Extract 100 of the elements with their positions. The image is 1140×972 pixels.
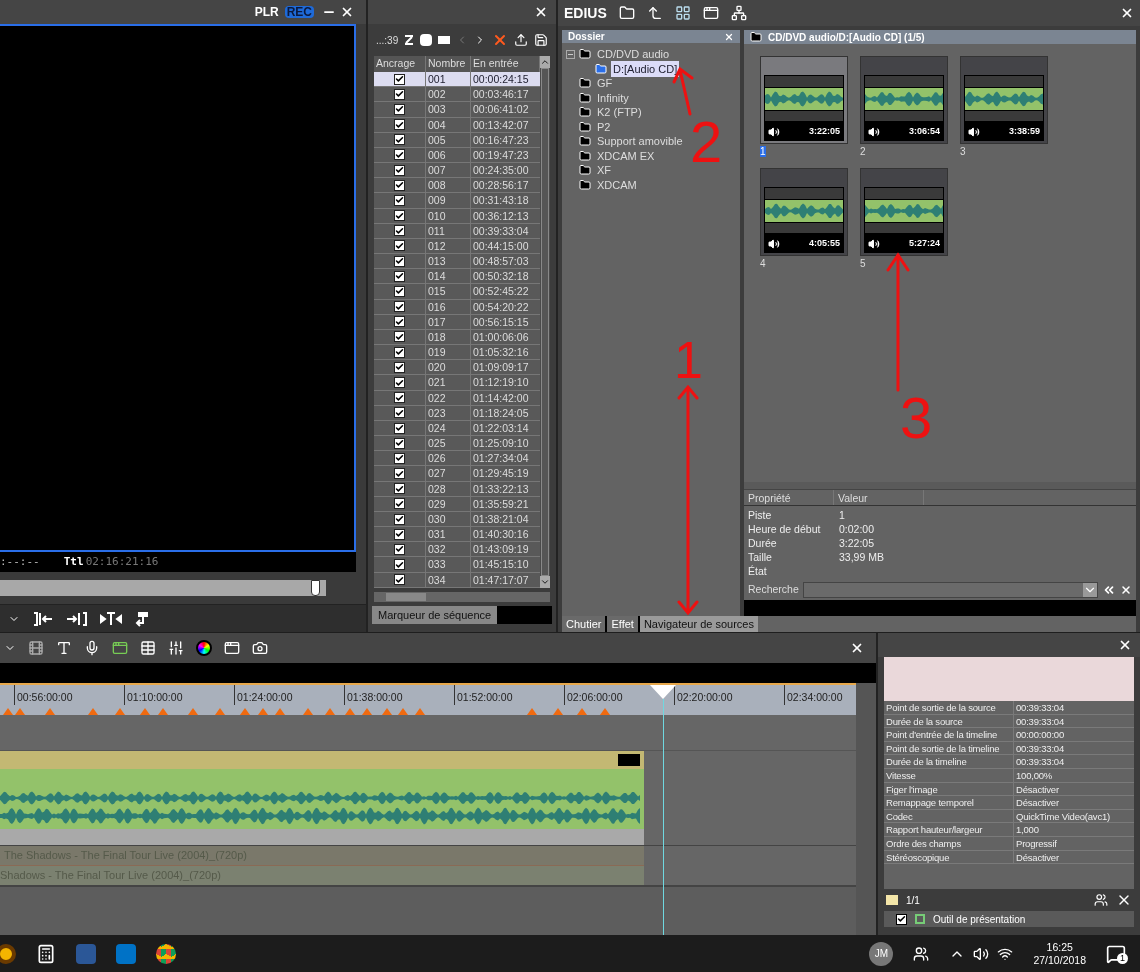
network-icon[interactable] bbox=[730, 5, 747, 21]
anchor-checkbox[interactable] bbox=[394, 468, 405, 480]
audio-clip[interactable] bbox=[0, 769, 644, 829]
marker-row[interactable]: 008 00:28:56:17 bbox=[374, 178, 540, 194]
anchor-checkbox[interactable] bbox=[394, 225, 405, 237]
anchor-checkbox[interactable] bbox=[394, 422, 405, 434]
clip-thumbnail[interactable]: 5:27:24 bbox=[860, 168, 948, 256]
marker-row[interactable]: 025 01:25:09:10 bbox=[374, 436, 540, 452]
marker-row[interactable]: 019 01:05:32:16 bbox=[374, 345, 540, 361]
anchor-checkbox[interactable] bbox=[394, 528, 405, 540]
time-ruler[interactable]: 00:56:00:00 01:10:00:00 01:24:00:00 01:38:00:00 01:52:00:00 02:06:00:00 02:20:00:00 02:34:00:00 bbox=[0, 683, 856, 715]
scrub-handle[interactable] bbox=[311, 580, 321, 596]
clip-thumbnail[interactable]: 3:22:05 bbox=[760, 56, 848, 144]
title-icon[interactable] bbox=[56, 640, 72, 656]
browser-icon[interactable] bbox=[156, 943, 176, 964]
mark-out-icon[interactable] bbox=[66, 611, 88, 626]
folder-item[interactable]: GF bbox=[595, 75, 615, 92]
anchor-checkbox[interactable] bbox=[394, 285, 405, 297]
playhead[interactable] bbox=[650, 685, 676, 935]
panel-tab[interactable]: Effet bbox=[607, 616, 638, 632]
marker-toggle-icon[interactable] bbox=[404, 35, 415, 45]
column-header[interactable]: Ancrage bbox=[374, 56, 426, 72]
anchor-checkbox[interactable] bbox=[394, 407, 405, 419]
anchor-checkbox[interactable] bbox=[394, 331, 405, 343]
layout-icon[interactable] bbox=[1094, 893, 1108, 907]
anchor-checkbox[interactable] bbox=[394, 316, 405, 328]
close-icon[interactable] bbox=[534, 5, 548, 19]
folder-item[interactable]: P2 bbox=[595, 118, 613, 135]
vertical-scrollbar[interactable] bbox=[856, 683, 876, 935]
anchor-checkbox[interactable] bbox=[394, 73, 405, 85]
folder-item[interactable]: CD/DVD audio bbox=[595, 46, 672, 63]
collapse-toggle[interactable] bbox=[566, 49, 575, 59]
marker-row[interactable]: 020 01:09:09:17 bbox=[374, 360, 540, 376]
folder-item[interactable]: Support amovible bbox=[595, 133, 685, 150]
mixer-icon[interactable] bbox=[168, 640, 184, 656]
up-folder-icon[interactable] bbox=[646, 5, 663, 21]
folder-item[interactable]: K2 (FTP) bbox=[595, 104, 644, 121]
mail-icon[interactable] bbox=[116, 943, 136, 964]
camera-icon[interactable] bbox=[252, 640, 268, 656]
anchor-checkbox[interactable] bbox=[394, 210, 405, 222]
anchor-checkbox[interactable] bbox=[394, 149, 405, 161]
window-icon[interactable] bbox=[224, 640, 240, 656]
marker-row[interactable]: 021 01:12:19:10 bbox=[374, 375, 540, 391]
marker-row[interactable]: 003 00:06:41:02 bbox=[374, 102, 540, 118]
mode-toggle[interactable]: PLR bbox=[252, 6, 281, 18]
user-avatar[interactable]: JM bbox=[869, 941, 894, 966]
vertical-scrollbar[interactable] bbox=[540, 56, 550, 588]
export-icon[interactable] bbox=[514, 33, 529, 47]
anchor-checkbox[interactable] bbox=[394, 301, 405, 313]
column-header[interactable]: Propriété bbox=[744, 490, 834, 505]
marker-row[interactable]: 014 00:50:32:18 bbox=[374, 269, 540, 285]
mark-in-icon[interactable] bbox=[32, 611, 54, 626]
anchor-checkbox[interactable] bbox=[394, 119, 405, 131]
dropdown-icon[interactable] bbox=[1083, 583, 1097, 597]
mode-toggle[interactable]: REC bbox=[284, 6, 314, 18]
anchor-checkbox[interactable] bbox=[394, 437, 405, 449]
marker-row[interactable]: 013 00:48:57:03 bbox=[374, 254, 540, 270]
column-header[interactable]: Nombre bbox=[426, 56, 471, 72]
folder-item[interactable]: Infinity bbox=[595, 89, 631, 106]
notification-button[interactable]: 1 bbox=[1106, 943, 1128, 964]
anchor-checkbox[interactable] bbox=[394, 498, 405, 510]
clip-thumbnail[interactable]: 4:05:55 bbox=[760, 168, 848, 256]
folder-item[interactable]: XF bbox=[595, 162, 614, 179]
anchor-checkbox[interactable] bbox=[394, 134, 405, 146]
view-icon[interactable] bbox=[674, 5, 691, 21]
close-icon[interactable] bbox=[1120, 6, 1134, 20]
close-icon[interactable] bbox=[850, 641, 864, 655]
close-icon[interactable] bbox=[1118, 638, 1132, 652]
folder-icon[interactable] bbox=[618, 5, 635, 21]
marker-row[interactable]: 026 01:27:34:04 bbox=[374, 451, 540, 467]
clip-thumbnail[interactable]: 3:38:59 bbox=[960, 56, 1048, 144]
folder-item[interactable]: XDCAM bbox=[595, 176, 639, 193]
clip-thumbnail[interactable]: 3:06:54 bbox=[860, 56, 948, 144]
panel-tab[interactable]: Marqueur de séquence bbox=[372, 606, 498, 624]
anchor-checkbox[interactable] bbox=[394, 559, 405, 571]
collapse-icon[interactable] bbox=[1102, 583, 1116, 597]
anchor-checkbox[interactable] bbox=[394, 194, 405, 206]
microphone-icon[interactable] bbox=[84, 640, 100, 656]
anchor-checkbox[interactable] bbox=[394, 179, 405, 191]
speaker-icon[interactable] bbox=[973, 945, 990, 962]
panel-tab[interactable]: Chutier bbox=[562, 616, 606, 632]
anchor-checkbox[interactable] bbox=[394, 483, 405, 495]
split-icon[interactable] bbox=[100, 611, 122, 626]
marker-row[interactable]: 009 00:31:43:18 bbox=[374, 193, 540, 209]
color-wheel-icon[interactable] bbox=[196, 640, 212, 656]
video-clip[interactable] bbox=[0, 751, 644, 769]
save-icon[interactable] bbox=[534, 33, 549, 47]
panel-tab[interactable]: Navigateur de sources bbox=[639, 616, 758, 632]
scroll-down-icon[interactable] bbox=[540, 576, 550, 588]
anchor-checkbox[interactable] bbox=[394, 240, 405, 252]
anchor-checkbox[interactable] bbox=[394, 270, 405, 282]
marker-row[interactable]: 027 01:29:45:19 bbox=[374, 466, 540, 482]
marker-row[interactable]: 031 01:40:30:16 bbox=[374, 527, 540, 543]
anchor-checkbox[interactable] bbox=[394, 377, 405, 388]
search-field[interactable] bbox=[802, 582, 1098, 598]
people-icon[interactable] bbox=[913, 945, 930, 962]
calculator-icon[interactable] bbox=[36, 943, 56, 964]
anchor-checkbox[interactable] bbox=[394, 88, 405, 100]
close-icon[interactable] bbox=[1120, 584, 1132, 596]
anchor-checkbox[interactable] bbox=[394, 255, 405, 267]
